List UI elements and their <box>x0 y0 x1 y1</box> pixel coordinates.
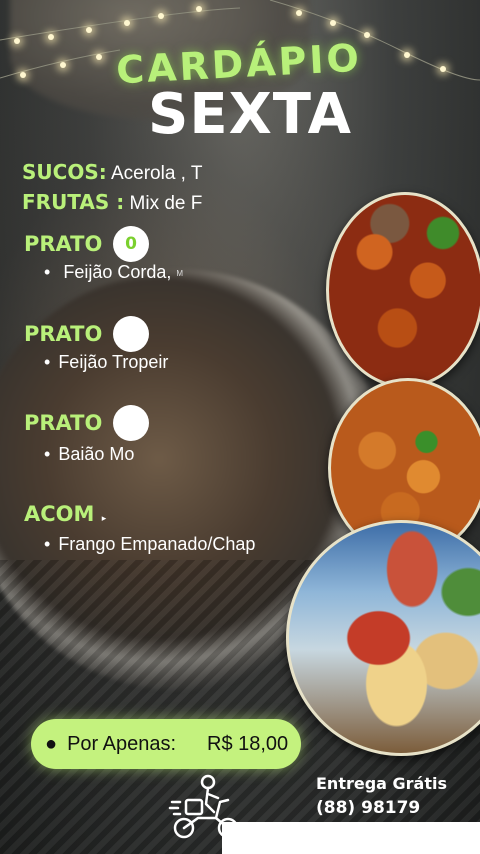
light-bulb <box>404 52 410 58</box>
price-value: R$ 18,00 <box>207 732 289 755</box>
side-label: ACOM ▸ <box>24 502 106 526</box>
light-bulb <box>158 13 164 19</box>
title-day: SEXTA <box>148 82 352 147</box>
light-bulb <box>330 20 336 26</box>
food-photo-1 <box>326 192 480 388</box>
light-bulb <box>48 34 54 40</box>
light-bulb <box>296 10 302 16</box>
light-bulb <box>440 66 446 72</box>
light-bulb <box>124 20 130 26</box>
dish-1-item-text: Feijão Corda, <box>63 262 172 282</box>
dish-2-number-badge <box>113 316 149 352</box>
bottom-overlay-block <box>222 822 480 854</box>
dish-3-item: Baião Mo <box>44 444 134 465</box>
light-bulb <box>14 38 20 44</box>
sucos-value: Acerola , T <box>110 163 203 184</box>
light-bulb <box>86 27 92 33</box>
dish-2-label: PRATO <box>24 322 103 346</box>
phone-number: (88) 98179 <box>316 798 421 818</box>
side-label-marker: ▸ <box>101 514 107 524</box>
dish-2-item: Feijão Tropeir <box>44 352 168 373</box>
frutas-label: FRUTAS : <box>22 190 125 214</box>
sucos-line: SUCOS: Acerola , T <box>22 160 203 185</box>
light-bulb <box>196 6 202 12</box>
dish-1-number-badge: 0 <box>113 226 149 262</box>
dish-3-number-badge <box>113 405 149 441</box>
frutas-value: Mix de F <box>129 193 203 214</box>
side-item: Frango Empanado/Chap <box>44 534 255 555</box>
dish-3-label: PRATO <box>24 411 103 435</box>
light-bulb <box>60 62 66 68</box>
light-bulb <box>96 54 102 60</box>
price-pill: ● Por Apenas: R$ 18,00 <box>31 719 301 769</box>
dish-1-item-extra: M <box>176 268 184 278</box>
frutas-line: FRUTAS : Mix de F <box>22 190 202 215</box>
delivery-text: Entrega Grátis <box>316 774 448 793</box>
dish-1-label: PRATO <box>24 232 103 256</box>
dish-1-item: Feijão Corda, M <box>44 262 183 283</box>
menu-poster: CARDÁPIO SEXTA SUCOS: Acerola , T FRUTAS… <box>0 0 480 854</box>
price-label: Por Apenas: <box>67 732 177 755</box>
light-bulb <box>20 72 26 78</box>
side-label-text: ACOM <box>24 502 95 526</box>
sucos-label: SUCOS: <box>22 160 107 184</box>
bullet-icon: ● <box>45 732 58 755</box>
